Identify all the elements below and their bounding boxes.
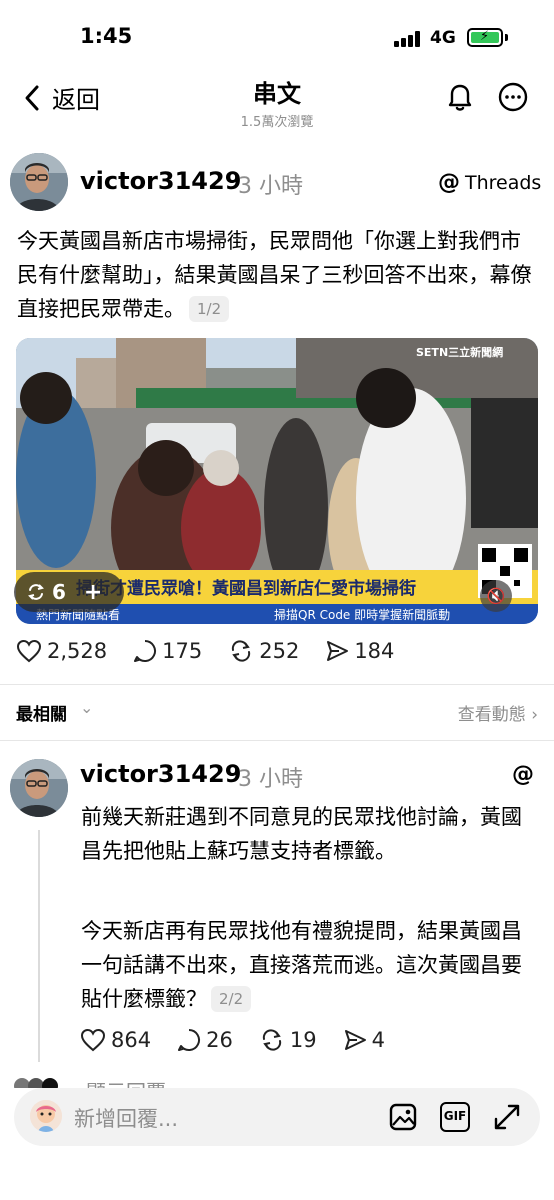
send-icon xyxy=(327,641,349,661)
like-button[interactable]: 864 xyxy=(80,1028,151,1052)
signal-icon xyxy=(394,31,422,47)
like-count: 2,528 xyxy=(47,639,108,663)
chevron-down-icon[interactable]: ⌄ xyxy=(80,698,93,717)
sort-dropdown[interactable]: 最相關 xyxy=(16,700,67,725)
show-replies-row[interactable]: 顯示回覆 xyxy=(14,1074,264,1088)
plus-icon: + xyxy=(83,579,103,605)
repost-count: 19 xyxy=(289,1028,317,1052)
heart-icon xyxy=(80,1028,106,1052)
repost-icon xyxy=(262,1029,281,1051)
comment-button[interactable]: 26 xyxy=(177,1028,233,1052)
reply-avatar[interactable] xyxy=(10,759,68,817)
repost-button[interactable]: 19 xyxy=(259,1028,317,1052)
reply-input[interactable]: 新增回覆... xyxy=(74,1103,178,1133)
share-count: 4 xyxy=(371,1028,385,1052)
share-count: 184 xyxy=(354,639,395,663)
page-badge: 2/2 xyxy=(211,986,252,1012)
expand-icon[interactable] xyxy=(492,1102,522,1132)
comment-icon xyxy=(178,1029,201,1051)
status-bar: 1:45 4G ⚡ xyxy=(0,0,554,70)
threads-source-label: Threads xyxy=(465,171,542,194)
avatar[interactable] xyxy=(10,153,68,211)
image-icon[interactable] xyxy=(388,1102,418,1132)
comment-button[interactable]: 175 xyxy=(133,639,202,663)
heart-icon xyxy=(16,639,42,663)
view-activity-link[interactable]: 查看動態 › xyxy=(458,700,538,725)
sort-row: 最相關 ⌄ 查看動態 › xyxy=(16,698,538,726)
send-icon xyxy=(344,1030,366,1050)
page-badge: 1/2 xyxy=(189,296,230,322)
battery-icon: ⚡ xyxy=(467,28,503,47)
battery-nub xyxy=(505,34,508,41)
repost-icon xyxy=(28,584,44,600)
status-time: 1:45 xyxy=(80,24,133,48)
like-button[interactable]: 2,528 xyxy=(16,639,107,663)
thread-line xyxy=(38,830,40,1062)
view-activity-label: 查看動態 xyxy=(457,705,526,725)
gif-button[interactable]: GIF xyxy=(440,1102,470,1132)
repost-icon xyxy=(232,640,251,662)
media-watermark: SETN三立新聞網 xyxy=(416,345,503,359)
post-body: 今天黃國昌新店市場掃街，民眾問他「你選上對我們市民有什麼幫助」，結果黃國昌呆了三… xyxy=(17,229,532,321)
bell-icon[interactable] xyxy=(444,80,476,112)
reply-time: 3 小時 xyxy=(238,767,303,792)
media-count: 6 xyxy=(52,580,66,604)
comment-count: 26 xyxy=(206,1028,233,1052)
reply-composer[interactable]: 新增回覆... GIF xyxy=(14,1088,540,1146)
mute-icon[interactable]: 🔇 xyxy=(480,580,512,612)
reply-paragraph-2-block: 今天新店再有民眾找他有禮貌提問，結果黃國昌一句話講不出來，直接落荒而逃。這次黃國… xyxy=(81,914,531,1016)
threads-logo-icon[interactable]: @ xyxy=(512,762,534,787)
reply-username[interactable]: victor31429 xyxy=(80,760,241,788)
divider xyxy=(0,684,554,685)
more-options-icon[interactable] xyxy=(498,82,528,112)
like-count: 864 xyxy=(111,1028,152,1052)
share-button[interactable]: 184 xyxy=(325,639,394,663)
divider xyxy=(0,740,554,741)
post-username[interactable]: victor31429 xyxy=(80,167,241,195)
post-time: 3 小時 xyxy=(238,174,303,199)
repost-count: 252 xyxy=(259,639,300,663)
post-text: 今天黃國昌新店市場掃街，民眾問他「你選上對我們市民有什麼幫助」，結果黃國昌呆了三… xyxy=(17,224,537,326)
share-button[interactable]: 4 xyxy=(343,1028,385,1052)
media-ticker-right: 掃描QR Code 即時掌握新聞脈動 xyxy=(274,607,450,622)
network-type: 4G xyxy=(430,28,456,48)
comment-count: 175 xyxy=(162,639,203,663)
media-count-badge[interactable]: 6 + xyxy=(14,572,124,612)
reply-actions: 864 26 19 4 xyxy=(80,1028,411,1052)
threads-logo-icon: @ xyxy=(438,170,460,195)
header: 返回 串文 1.5萬次瀏覽 xyxy=(0,70,554,130)
threads-source[interactable]: @ Threads xyxy=(438,170,541,195)
media-headline: 掃街才遭民眾嗆！黃國昌到新店仁愛市場掃街 xyxy=(76,578,416,599)
reply-paragraph-2: 今天新店再有民眾找他有禮貌提問，結果黃國昌一句話講不出來，直接落荒而逃。這次黃國… xyxy=(81,919,522,1011)
post-actions: 2,528 175 252 184 xyxy=(16,639,420,663)
comment-icon xyxy=(134,640,157,662)
composer-avatar xyxy=(30,1100,62,1132)
reply-paragraph-1: 前幾天新莊遇到不同意見的民眾找他討論，黃國昌先把他貼上蘇巧慧支持者標籤。 xyxy=(81,805,522,863)
view-count: 1.5萬次瀏覽 xyxy=(240,115,314,130)
repost-button[interactable]: 252 xyxy=(228,639,299,663)
show-replies-label: 顯示回覆 xyxy=(86,1076,166,1088)
